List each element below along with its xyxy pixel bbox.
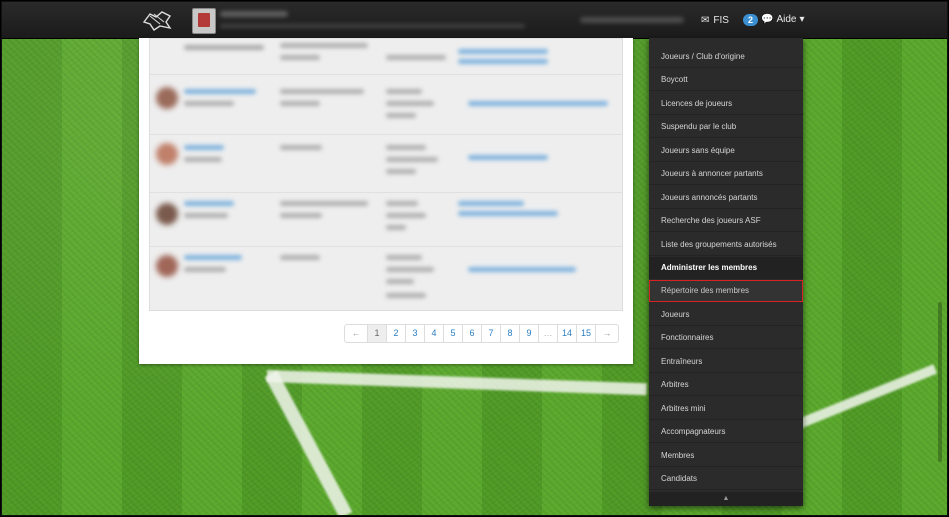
table-row[interactable] bbox=[150, 38, 622, 75]
fis-menu[interactable]: ✉ FIS 2 bbox=[701, 14, 758, 26]
page-link-9[interactable]: 9 bbox=[520, 325, 539, 342]
menu-item-joueurs-annonces[interactable]: Joueurs annoncés partants bbox=[649, 187, 803, 209]
table-row[interactable] bbox=[150, 74, 622, 135]
menu-item-arbitres[interactable]: Arbitres bbox=[649, 374, 803, 396]
table-row[interactable] bbox=[150, 134, 622, 193]
app-window: ✉ FIS 2 💬 Aide ▾ ← 1 2 3 4 5 6 7 8 9 … 1… bbox=[1, 1, 948, 516]
pagination-ellipsis: … bbox=[539, 325, 558, 342]
page-link-5[interactable]: 5 bbox=[444, 325, 463, 342]
club-dropdown-menu: Joueurs / Club d'origine Boycott Licence… bbox=[649, 38, 803, 506]
club-info-blurred bbox=[220, 24, 525, 28]
pagination: ← 1 2 3 4 5 6 7 8 9 … 14 15 → bbox=[344, 324, 619, 343]
fis-label: FIS bbox=[713, 14, 729, 26]
menu-item-licences-joueurs[interactable]: Licences de joueurs bbox=[649, 93, 803, 115]
menu-item-entraineurs[interactable]: Entraîneurs bbox=[649, 351, 803, 373]
avatar bbox=[156, 255, 178, 277]
menu-section-header: Administrer les membres bbox=[649, 257, 803, 279]
table-row[interactable] bbox=[150, 192, 622, 247]
menu-item-boycott[interactable]: Boycott bbox=[649, 69, 803, 91]
page-link-15[interactable]: 15 bbox=[577, 325, 596, 342]
page-link-6[interactable]: 6 bbox=[463, 325, 482, 342]
sfv-logo-icon[interactable] bbox=[140, 8, 174, 32]
page-link-7[interactable]: 7 bbox=[482, 325, 501, 342]
menu-item-joueurs[interactable]: Joueurs bbox=[649, 304, 803, 326]
help-menu[interactable]: 💬 Aide ▾ bbox=[761, 14, 805, 25]
menu-item-membres[interactable]: Membres bbox=[649, 445, 803, 467]
envelope-icon: ✉ bbox=[701, 14, 710, 26]
page-link-8[interactable]: 8 bbox=[501, 325, 520, 342]
club-logo[interactable] bbox=[192, 8, 216, 34]
user-name-blurred[interactable] bbox=[580, 17, 684, 23]
page-link-4[interactable]: 4 bbox=[425, 325, 444, 342]
members-table bbox=[149, 38, 623, 311]
menu-item-repertoire-membres[interactable]: Répertoire des membres bbox=[649, 280, 803, 302]
menu-item-arbitres-mini[interactable]: Arbitres mini bbox=[649, 398, 803, 420]
pagination-next[interactable]: → bbox=[596, 325, 618, 342]
page-scrollbar[interactable] bbox=[938, 302, 942, 462]
page-link-14[interactable]: 14 bbox=[558, 325, 577, 342]
menu-item-recherche-asf[interactable]: Recherche des joueurs ASF bbox=[649, 210, 803, 232]
help-label: Aide bbox=[776, 14, 797, 25]
members-panel: ← 1 2 3 4 5 6 7 8 9 … 14 15 → bbox=[139, 38, 633, 364]
table-row[interactable] bbox=[150, 246, 622, 311]
avatar bbox=[156, 203, 178, 225]
top-navbar: ✉ FIS 2 💬 Aide ▾ bbox=[2, 2, 947, 39]
menu-item-accompagnateurs[interactable]: Accompagnateurs bbox=[649, 421, 803, 443]
page-link-2[interactable]: 2 bbox=[387, 325, 406, 342]
club-name-blurred bbox=[220, 11, 288, 17]
menu-item-groupements[interactable]: Liste des groupements autorisés bbox=[649, 234, 803, 256]
pagination-prev[interactable]: ← bbox=[345, 325, 368, 342]
page-link-3[interactable]: 3 bbox=[406, 325, 425, 342]
menu-item-suspendu-club[interactable]: Suspendu par le club bbox=[649, 116, 803, 138]
caret-down-icon: ▾ bbox=[799, 14, 805, 25]
menu-item-fonctionnaires[interactable]: Fonctionnaires bbox=[649, 327, 803, 349]
avatar bbox=[156, 87, 178, 109]
notification-badge: 2 bbox=[742, 14, 758, 26]
page-link-1[interactable]: 1 bbox=[368, 325, 387, 342]
menu-scroll-up-icon[interactable]: ▲ bbox=[649, 492, 803, 506]
avatar bbox=[156, 143, 178, 165]
menu-item-candidats[interactable]: Candidats bbox=[649, 468, 803, 490]
menu-item-joueurs-a-annoncer[interactable]: Joueurs à annoncer partants bbox=[649, 163, 803, 185]
chat-bubble-icon: 💬 bbox=[761, 14, 774, 25]
menu-item-joueurs-club-origine[interactable]: Joueurs / Club d'origine bbox=[649, 46, 803, 68]
menu-item-joueurs-sans-equipe[interactable]: Joueurs sans équipe bbox=[649, 140, 803, 162]
